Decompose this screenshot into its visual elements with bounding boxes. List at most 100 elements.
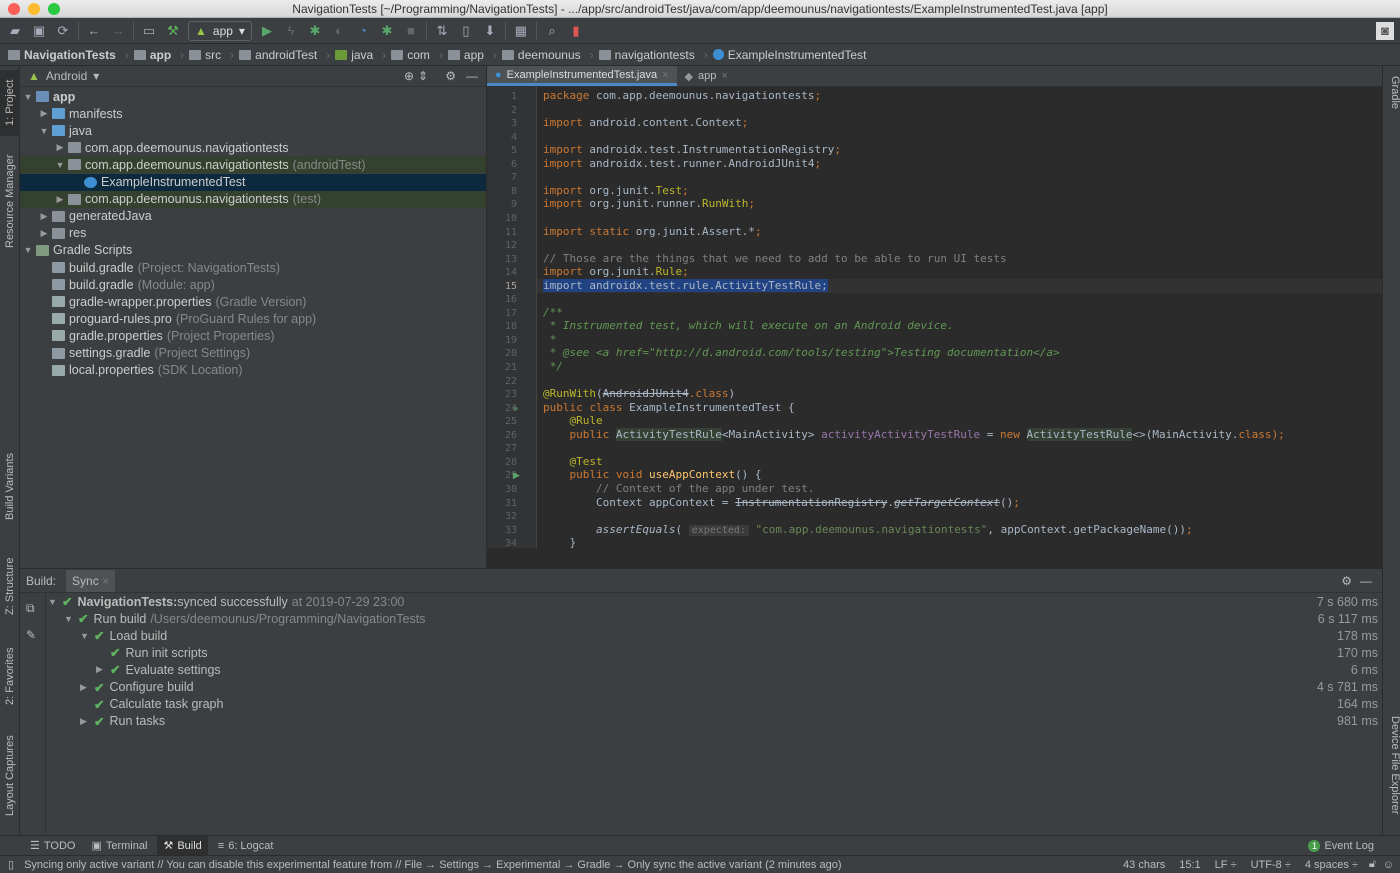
collapsed-arrow-icon[interactable]: ▶ [38, 211, 50, 222]
tree-item[interactable]: ▶res [20, 225, 486, 242]
breadcrumb-item[interactable]: deemounus› [502, 48, 599, 62]
code-editor[interactable]: package com.app.deemounus.navigationtest… [537, 87, 1382, 548]
breadcrumb-item[interactable]: navigationtests› [599, 48, 713, 62]
tree-item[interactable]: ▼java [20, 122, 486, 139]
tree-item[interactable]: ▼com.app.deemounus.navigationtests(andro… [20, 156, 486, 173]
tab-event-log[interactable]: 1Event Log [1302, 836, 1380, 856]
tree-item[interactable]: ▶manifests [20, 105, 486, 122]
tab-terminal[interactable]: ▣Terminal [85, 836, 153, 856]
tree-item[interactable]: ▶generatedJava [20, 208, 486, 225]
build-hammer-icon[interactable]: ⚒ [164, 22, 182, 40]
build-tree-item[interactable]: ▶✔Configure build4 s 781 ms [46, 679, 1382, 696]
sync-icon[interactable]: ⟳ [54, 22, 72, 40]
minimize-window-button[interactable] [28, 3, 40, 15]
tree-item[interactable]: settings.gradle(Project Settings) [20, 345, 486, 362]
breadcrumb-item[interactable]: com› [391, 48, 448, 62]
tree-item[interactable]: ▼app [20, 88, 486, 105]
run-configuration-select[interactable]: ▲ app ▾ [188, 21, 252, 41]
tab-example-instrumented-test[interactable]: ● ExampleInstrumentedTest.java × [487, 66, 677, 86]
profile-icon[interactable]: ◔ [354, 22, 372, 40]
terminal-window-icon[interactable]: ▭ [140, 22, 158, 40]
tab-todo[interactable]: ☰TODO [24, 836, 81, 856]
tree-item[interactable]: build.gradle(Module: app) [20, 276, 486, 293]
tree-item[interactable]: ExampleInstrumentedTest [20, 174, 486, 191]
gear-icon[interactable]: ⚙ [445, 69, 456, 83]
tree-item[interactable]: gradle-wrapper.properties(Gradle Version… [20, 293, 486, 310]
breadcrumb-item[interactable]: src› [189, 48, 239, 62]
device-icon[interactable]: ▮ [567, 22, 585, 40]
locate-icon[interactable]: ⊕ [404, 69, 414, 83]
gear-icon[interactable]: ⚙ [1341, 574, 1352, 588]
tab-app-gradle[interactable]: ◆ app × [677, 66, 736, 86]
tree-item[interactable]: gradle.properties(Project Properties) [20, 327, 486, 344]
toggle-view-icon[interactable]: ⧉ [26, 601, 45, 616]
user-icon[interactable]: ◙ [1376, 22, 1394, 40]
build-tree-item[interactable]: ▼✔Load build178 ms [46, 627, 1382, 644]
debug-icon[interactable]: ✱ [306, 22, 324, 40]
close-icon[interactable]: × [662, 69, 668, 81]
build-tree-item[interactable]: ✔Calculate task graph164 ms [46, 696, 1382, 713]
lock-icon[interactable]: 🔓︎ [1369, 858, 1376, 871]
search-icon[interactable]: ⌕ [543, 22, 561, 40]
zoom-window-button[interactable] [48, 3, 60, 15]
apply-changes-icon[interactable]: ϟ [282, 22, 300, 40]
save-icon[interactable]: ▣ [30, 22, 48, 40]
tab-device-file-explorer[interactable]: Device File Explorer [1383, 716, 1400, 814]
build-tree-item[interactable]: ▼✔NavigationTests: synced successfullyat… [46, 593, 1382, 610]
build-tree-item[interactable]: ✔Run init scripts170 ms [46, 644, 1382, 661]
pin-icon[interactable]: ✎ [26, 628, 45, 642]
breadcrumb-item[interactable]: java› [335, 48, 391, 62]
run-icon[interactable]: ▶ [258, 22, 276, 40]
collapsed-arrow-icon[interactable]: ▶ [38, 228, 50, 239]
tab-build-variants[interactable]: Build Variants [0, 451, 20, 521]
build-tree-item[interactable]: ▶✔Run tasks981 ms [46, 713, 1382, 730]
breadcrumb-item[interactable]: ExampleInstrumentedTest [713, 48, 867, 62]
sdk-manager-icon[interactable]: ⬇ [481, 22, 499, 40]
run-test-gutter-icon[interactable]: » [513, 403, 518, 413]
device-icon[interactable]: ▯ [8, 858, 14, 871]
expanded-arrow-icon[interactable]: ▼ [38, 126, 50, 136]
tree-item[interactable]: proguard-rules.pro(ProGuard Rules for ap… [20, 310, 486, 327]
tab-project[interactable]: 1: Project [0, 70, 20, 136]
expanded-arrow-icon[interactable]: ▼ [22, 92, 34, 102]
tab-layout-captures[interactable]: Layout Captures [0, 731, 20, 821]
forward-icon[interactable]: → [109, 22, 127, 40]
breadcrumb-item[interactable]: app› [134, 48, 189, 62]
collapsed-arrow-icon[interactable]: ▶ [38, 108, 50, 119]
attach-debugger-icon[interactable]: ✱ [378, 22, 396, 40]
tab-build[interactable]: ⚒Build [157, 836, 207, 856]
close-icon[interactable]: × [102, 574, 109, 588]
collapsed-arrow-icon[interactable]: ▶ [54, 142, 66, 153]
breadcrumb-item[interactable]: app› [448, 48, 502, 62]
run-test-gutter-icon[interactable]: ▶ [513, 470, 520, 481]
hide-panel-icon[interactable]: — [1360, 574, 1372, 588]
tab-favorites[interactable]: 2: Favorites [0, 641, 20, 711]
expanded-arrow-icon[interactable]: ▼ [54, 160, 66, 170]
inspector-icon[interactable]: ☺ [1383, 859, 1394, 871]
sync-gradle-icon[interactable]: ⇅ [433, 22, 451, 40]
tab-sync[interactable]: Sync × [66, 570, 115, 592]
tab-resource-manager[interactable]: Resource Manager [0, 146, 20, 256]
avd-manager-icon[interactable]: ▯ [457, 22, 475, 40]
indent-select[interactable]: 4 spaces ÷ [1305, 859, 1358, 871]
encoding-select[interactable]: UTF-8 ÷ [1251, 859, 1291, 871]
tree-item[interactable]: build.gradle(Project: NavigationTests) [20, 259, 486, 276]
build-tree-item[interactable]: ▶✔Evaluate settings6 ms [46, 661, 1382, 678]
collapse-all-icon[interactable]: ⇕ [418, 69, 428, 83]
coverage-icon[interactable]: ◐ [330, 22, 348, 40]
tab-logcat[interactable]: ≡6: Logcat [212, 836, 280, 856]
expanded-arrow-icon[interactable]: ▼ [22, 245, 34, 255]
tree-item[interactable]: local.properties(SDK Location) [20, 362, 486, 379]
line-separator-select[interactable]: LF ÷ [1215, 859, 1237, 871]
build-tree-item[interactable]: ▼✔Run build/Users/deemounus/Programming/… [46, 610, 1382, 627]
tab-structure[interactable]: Z: Structure [0, 551, 20, 621]
breadcrumb-item[interactable]: NavigationTests› [8, 48, 134, 62]
project-view-select[interactable]: Android [46, 69, 87, 83]
tree-item[interactable]: ▼Gradle Scripts [20, 242, 486, 259]
hide-panel-icon[interactable]: — [466, 69, 478, 83]
open-folder-icon[interactable]: ▰ [6, 22, 24, 40]
close-icon[interactable]: × [721, 70, 727, 82]
breadcrumb-item[interactable]: androidTest› [239, 48, 335, 62]
chevron-down-icon[interactable]: ▾ [93, 69, 99, 83]
stop-icon[interactable]: ■ [402, 22, 420, 40]
